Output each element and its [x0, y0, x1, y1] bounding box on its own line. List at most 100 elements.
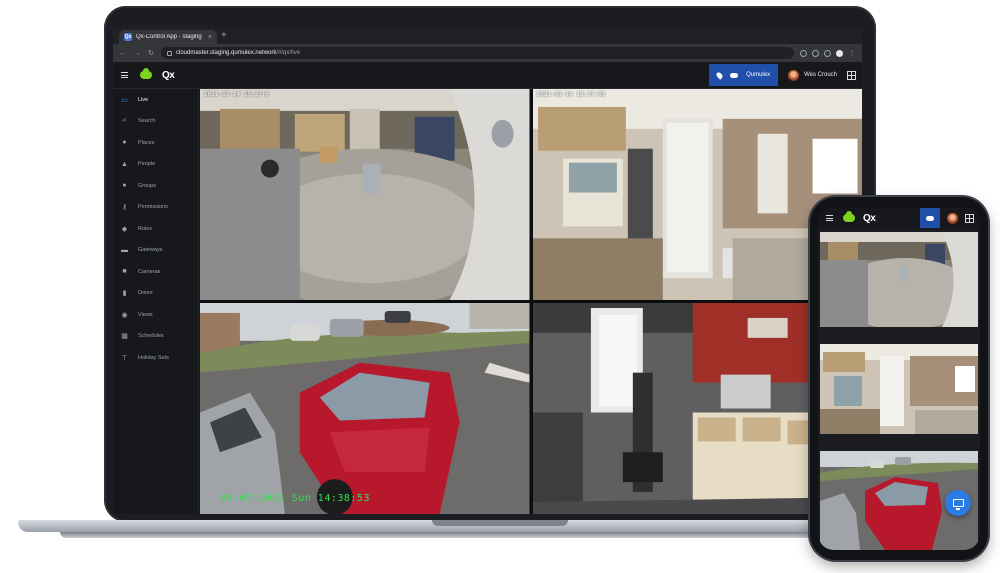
- url-text: cloudmaster.staging.qumulex.network/#/qx…: [176, 50, 300, 56]
- url-path: /#/qx/live: [276, 50, 301, 56]
- browser-tabstrip: Qx Qx-Control App - staging × +: [113, 27, 862, 44]
- organization-selector[interactable]: Qumulex: [709, 64, 779, 86]
- phone-camera-feed-2[interactable]: [820, 344, 978, 434]
- camera-feed-1[interactable]: 2021-03-14 15:37:0: [200, 89, 530, 300]
- sidebar-item-views[interactable]: ◉ Views: [113, 304, 198, 326]
- cloud-logo-icon: [140, 68, 152, 79]
- sidebar-item-search[interactable]: ⌕ Search: [113, 111, 198, 133]
- cloud-icon: [926, 215, 934, 221]
- sidebar-item-label: Places: [138, 139, 155, 146]
- app-logo: Qx: [162, 69, 175, 81]
- laptop-screen: Qx Qx-Control App - staging × + ← → ↻ cl…: [113, 27, 862, 514]
- sidebar-item-places[interactable]: ● Places: [113, 132, 198, 154]
- camera-1-timestamp: 2021-03-14 15:37:0: [204, 91, 270, 98]
- sidebar-item-label: Holiday Sets: [138, 354, 169, 361]
- url-host: cloudmaster.staging.qumulex.network: [176, 50, 277, 56]
- sidebar-item-label: Groups: [138, 182, 157, 189]
- cloud-logo-icon: [843, 211, 855, 222]
- sidebar-item-label: Doors: [138, 290, 153, 297]
- organization-name: Qumulex: [746, 72, 771, 78]
- laptop-notch: [432, 520, 568, 526]
- sidebar-item-gateways[interactable]: ▬ Gateways: [113, 240, 198, 262]
- sidebar-item-label: Live: [138, 96, 149, 103]
- sidebar-item-roles[interactable]: ◆ Roles: [113, 218, 198, 240]
- app-header: Qx Qumulex Wes Crouch: [113, 62, 862, 89]
- phone-camera-1-image: [820, 232, 978, 327]
- sidebar-item-cameras[interactable]: ■ Cameras: [113, 261, 198, 283]
- door-icon: ▮: [122, 290, 127, 298]
- more-menu-icon[interactable]: ⋮: [848, 49, 856, 57]
- camera-2-timestamp: 2021-03-14 15:37:03: [536, 91, 606, 98]
- search-icon: ⌕: [122, 117, 127, 125]
- sidebar-item-groups[interactable]: ● Groups: [113, 175, 198, 197]
- address-bar[interactable]: cloudmaster.staging.qumulex.network/#/qx…: [161, 47, 794, 59]
- browser-extensions: ⋮: [800, 49, 856, 57]
- menu-icon[interactable]: [121, 72, 128, 78]
- layout-grid-icon[interactable]: [847, 70, 856, 80]
- browser-toolbar: ← → ↻ cloudmaster.staging.qumulex.networ…: [113, 44, 862, 62]
- role-icon: ◆: [121, 225, 128, 233]
- monitor-icon: [952, 499, 964, 510]
- sidebar-item-label: Cameras: [138, 268, 161, 275]
- phone-screen: Qx: [818, 207, 980, 550]
- sidebar-item-schedules[interactable]: ▦ Schedules: [113, 326, 198, 348]
- puzzle-icon[interactable]: [824, 49, 831, 57]
- forward-icon[interactable]: →: [133, 50, 141, 57]
- phone-camera-2-image: [820, 344, 978, 434]
- camera-3-timestamp: 03-07-2021 Sun 14:38:53: [220, 493, 370, 504]
- cloud-icon: [730, 72, 739, 78]
- back-icon[interactable]: ←: [119, 50, 127, 57]
- lock-icon: [167, 50, 172, 56]
- laptop-foot: [60, 532, 920, 538]
- camera-icon: ■: [122, 268, 127, 276]
- camera-1-image: [200, 89, 530, 300]
- calendar-icon: ▦: [121, 333, 128, 341]
- avatar[interactable]: [947, 212, 958, 224]
- person-icon: ▲: [121, 160, 128, 168]
- tab-close-icon[interactable]: ×: [208, 34, 212, 41]
- avatar: [788, 69, 800, 81]
- phone-app-header: Qx: [818, 207, 980, 229]
- layout-grid-icon[interactable]: [965, 213, 974, 223]
- app-logo: Qx: [863, 212, 876, 224]
- extension-icon[interactable]: [800, 49, 807, 57]
- sidebar-item-label: Roles: [138, 225, 153, 232]
- tab-favicon-icon: Qx: [124, 33, 132, 41]
- organization-selector[interactable]: [920, 208, 940, 228]
- sidebar-item-label: Search: [138, 118, 156, 125]
- browser-tab[interactable]: Qx Qx-Control App - staging ×: [119, 30, 217, 44]
- reload-icon[interactable]: ↻: [147, 49, 155, 57]
- sidebar-item-label: People: [138, 161, 156, 168]
- user-name: Wes Crouch: [804, 72, 837, 78]
- key-icon: ⚷: [121, 204, 128, 212]
- phone-camera-feed-1[interactable]: [820, 232, 978, 327]
- sidebar-item-label: Gateways: [138, 247, 163, 254]
- live-view-fab-button[interactable]: [945, 490, 971, 516]
- sidebar-item-label: Permissions: [138, 204, 168, 211]
- monitor-icon: ▭: [121, 96, 128, 104]
- sidebar-item-label: Schedules: [138, 333, 164, 340]
- star-icon[interactable]: [812, 49, 819, 57]
- camera-feed-3[interactable]: 03-07-2021 Sun 14:38:53: [200, 303, 530, 514]
- group-icon: ●: [122, 182, 127, 190]
- pin-icon: ●: [122, 139, 127, 147]
- location-icon: [715, 70, 724, 80]
- menu-icon[interactable]: [826, 215, 833, 221]
- sidebar: ▭ Live ⌕ Search ● Places ▲ People ● Grou…: [113, 89, 199, 514]
- profile-icon[interactable]: [836, 49, 843, 57]
- sidebar-item-live[interactable]: ▭ Live: [113, 89, 198, 111]
- camera-3-image: [200, 303, 530, 514]
- gateway-icon: ▬: [121, 246, 128, 254]
- sidebar-item-people[interactable]: ▲ People: [113, 154, 198, 176]
- holiday-icon: ⊤: [121, 354, 128, 362]
- camera-grid: 2021-03-14 15:37:0 2021-03-14 15:37:03 0…: [200, 89, 862, 514]
- eye-icon: ◉: [121, 311, 128, 319]
- sidebar-item-permissions[interactable]: ⚷ Permissions: [113, 197, 198, 219]
- new-tab-icon[interactable]: +: [221, 30, 227, 41]
- sidebar-item-label: Views: [138, 311, 153, 318]
- user-menu[interactable]: Wes Crouch: [778, 69, 847, 81]
- product-showcase: Qx Qx-Control App - staging × + ← → ↻ cl…: [0, 0, 1000, 573]
- sidebar-item-holiday-sets[interactable]: ⊤ Holiday Sets: [113, 347, 198, 369]
- tab-title: Qx-Control App - staging: [136, 34, 202, 40]
- sidebar-item-doors[interactable]: ▮ Doors: [113, 283, 198, 305]
